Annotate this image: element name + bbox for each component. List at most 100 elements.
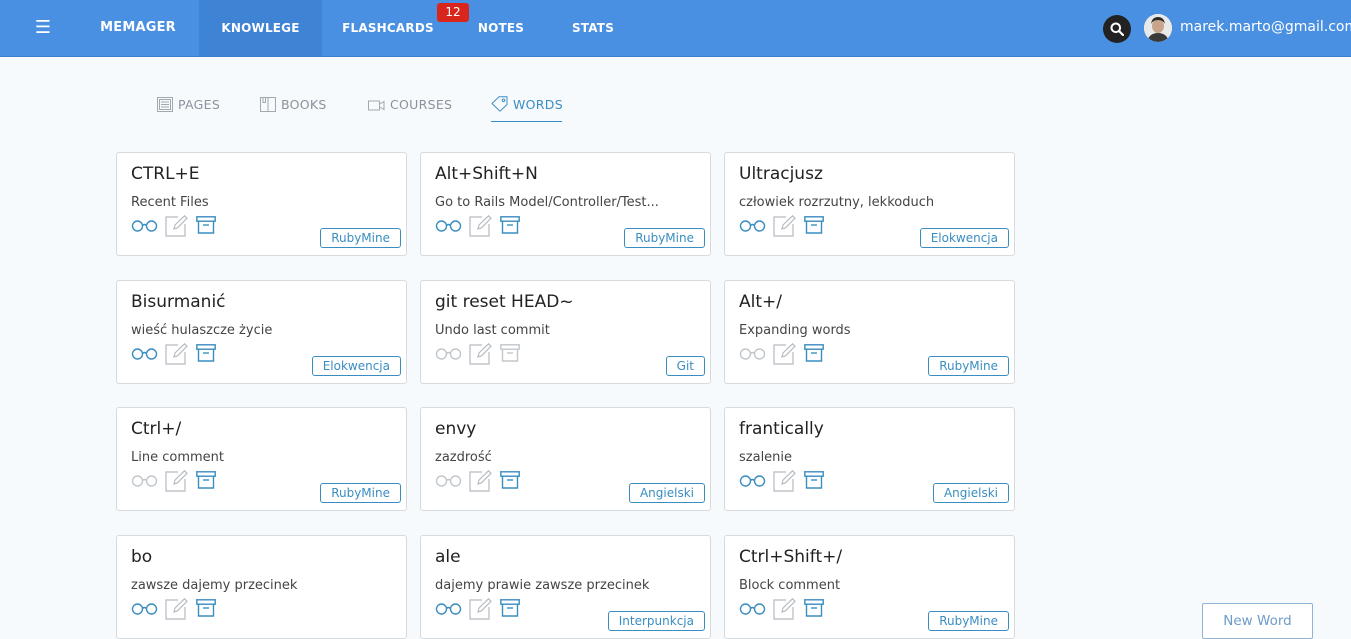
edit-icon[interactable] — [165, 343, 188, 365]
word-card[interactable]: Alt+/ Expanding words RubyMine — [724, 280, 1015, 384]
archive-icon[interactable] — [196, 471, 216, 489]
nav-flashcards[interactable]: FLASHCARDS — [332, 0, 444, 56]
glasses-icon[interactable] — [739, 348, 766, 360]
word-card[interactable]: ale dajemy prawie zawsze przecinek Interpu… — [420, 535, 711, 639]
search-button[interactable] — [1103, 15, 1131, 43]
word-card[interactable]: Ultracjusz człowiek rozrzutny, lekkoduch E… — [724, 152, 1015, 256]
category-tag[interactable]: Git — [665, 356, 705, 376]
nav-stats[interactable]: STATS — [560, 0, 626, 56]
word-title: Bisurmanić — [131, 292, 226, 312]
glasses-icon[interactable] — [435, 603, 462, 615]
category-tag[interactable]: RubyMine — [928, 611, 1009, 631]
glasses-icon[interactable] — [739, 475, 766, 487]
word-description: dajemy prawie zawsze przecinek — [435, 578, 650, 593]
edit-icon[interactable] — [773, 343, 796, 365]
glasses-icon[interactable] — [739, 603, 766, 615]
glasses-icon[interactable] — [131, 475, 158, 487]
glasses-icon[interactable] — [435, 220, 462, 232]
brand-logo[interactable]: MEMAGER — [82, 0, 194, 56]
word-description: Expanding words — [739, 323, 851, 338]
tab-words-label: WORDS — [513, 97, 563, 112]
word-card[interactable]: Bisurmanić wieść hulaszcze życie Elokwencj… — [116, 280, 407, 384]
tag-icon — [491, 96, 508, 112]
tab-pages-label: PAGES — [178, 97, 221, 112]
flashcards-count-badge: 12 — [437, 3, 469, 22]
word-title: envy — [435, 419, 477, 439]
glasses-icon[interactable] — [435, 475, 462, 487]
word-description: Block comment — [739, 578, 841, 593]
word-title: frantically — [739, 419, 824, 439]
edit-icon[interactable] — [469, 470, 492, 492]
tab-courses-label: COURSES — [390, 97, 453, 112]
archive-icon[interactable] — [500, 344, 520, 362]
glasses-icon[interactable] — [131, 603, 158, 615]
edit-icon[interactable] — [165, 470, 188, 492]
edit-icon[interactable] — [165, 598, 188, 620]
word-description: Undo last commit — [435, 323, 550, 338]
archive-icon[interactable] — [500, 471, 520, 489]
user-email[interactable]: marek.marto@gmail.com — [1180, 0, 1351, 56]
word-card[interactable]: bo zawsze dajemy przecinek — [116, 535, 407, 639]
word-title: git reset HEAD~ — [435, 292, 574, 312]
archive-icon[interactable] — [500, 216, 520, 234]
glasses-icon[interactable] — [131, 348, 158, 360]
tab-books[interactable]: BOOKS — [260, 88, 327, 122]
category-tag[interactable]: RubyMine — [320, 228, 401, 248]
category-tag[interactable]: RubyMine — [320, 483, 401, 503]
tab-pages[interactable]: PAGES — [157, 88, 220, 122]
archive-icon[interactable] — [196, 599, 216, 617]
word-description: zawsze dajemy przecinek — [131, 578, 298, 593]
word-card[interactable]: CTRL+E Recent Files RubyMine — [116, 152, 407, 256]
top-navbar: ☰ MEMAGER KNOWLEGE FLASHCARDS NOTES STAT… — [0, 0, 1351, 57]
glasses-icon[interactable] — [739, 220, 766, 232]
edit-icon[interactable] — [773, 470, 796, 492]
word-card[interactable]: frantically szalenie Angielski — [724, 407, 1015, 511]
glasses-icon[interactable] — [131, 220, 158, 232]
archive-icon[interactable] — [804, 599, 824, 617]
edit-icon[interactable] — [773, 598, 796, 620]
category-tag[interactable]: Interpunkcja — [607, 611, 705, 631]
hamburger-icon[interactable]: ☰ — [20, 0, 66, 56]
word-title: Ctrl+/ — [131, 419, 182, 439]
video-camera-icon — [368, 100, 385, 111]
word-title: ale — [435, 547, 461, 567]
archive-icon[interactable] — [196, 216, 216, 234]
archive-icon[interactable] — [196, 344, 216, 362]
category-tag[interactable]: Elokwencja — [919, 228, 1009, 248]
tab-courses[interactable]: COURSES — [368, 88, 452, 122]
word-description: Recent Files — [131, 195, 209, 210]
edit-icon[interactable] — [469, 598, 492, 620]
category-tag[interactable]: Angielski — [932, 483, 1009, 503]
archive-icon[interactable] — [804, 471, 824, 489]
avatar[interactable] — [1144, 14, 1172, 42]
word-title: Alt+/ — [739, 292, 782, 312]
glasses-icon[interactable] — [435, 348, 462, 360]
tab-books-label: BOOKS — [281, 97, 327, 112]
word-description: wieść hulaszcze życie — [131, 323, 273, 338]
tab-words[interactable]: WORDS — [491, 88, 563, 122]
word-card[interactable]: envy zazdrość Angielski — [420, 407, 711, 511]
edit-icon[interactable] — [165, 215, 188, 237]
category-tag[interactable]: RubyMine — [624, 228, 705, 248]
new-word-button[interactable]: New Word — [1202, 603, 1313, 639]
category-tag[interactable]: RubyMine — [928, 356, 1009, 376]
nav-knowlege[interactable]: KNOWLEGE — [199, 0, 322, 56]
archive-icon[interactable] — [500, 599, 520, 617]
word-card[interactable]: Ctrl+/ Line comment RubyMine — [116, 407, 407, 511]
archive-icon[interactable] — [804, 216, 824, 234]
category-tag[interactable]: Elokwencja — [311, 356, 401, 376]
edit-icon[interactable] — [773, 215, 796, 237]
nav-notes[interactable]: NOTES — [466, 0, 536, 56]
archive-icon[interactable] — [804, 344, 824, 362]
word-description: zazdrość — [435, 450, 492, 465]
word-title: Ultracjusz — [739, 164, 823, 184]
edit-icon[interactable] — [469, 343, 492, 365]
word-card[interactable]: git reset HEAD~ Undo last commit Git — [420, 280, 711, 384]
user-avatar-icon — [1144, 14, 1172, 42]
word-card[interactable]: Alt+Shift+N Go to Rails Model/Controller/… — [420, 152, 711, 256]
pages-icon — [157, 97, 173, 112]
category-tag[interactable]: Angielski — [628, 483, 705, 503]
word-description: Line comment — [131, 450, 224, 465]
edit-icon[interactable] — [469, 215, 492, 237]
word-card[interactable]: Ctrl+Shift+/ Block comment RubyMine — [724, 535, 1015, 639]
